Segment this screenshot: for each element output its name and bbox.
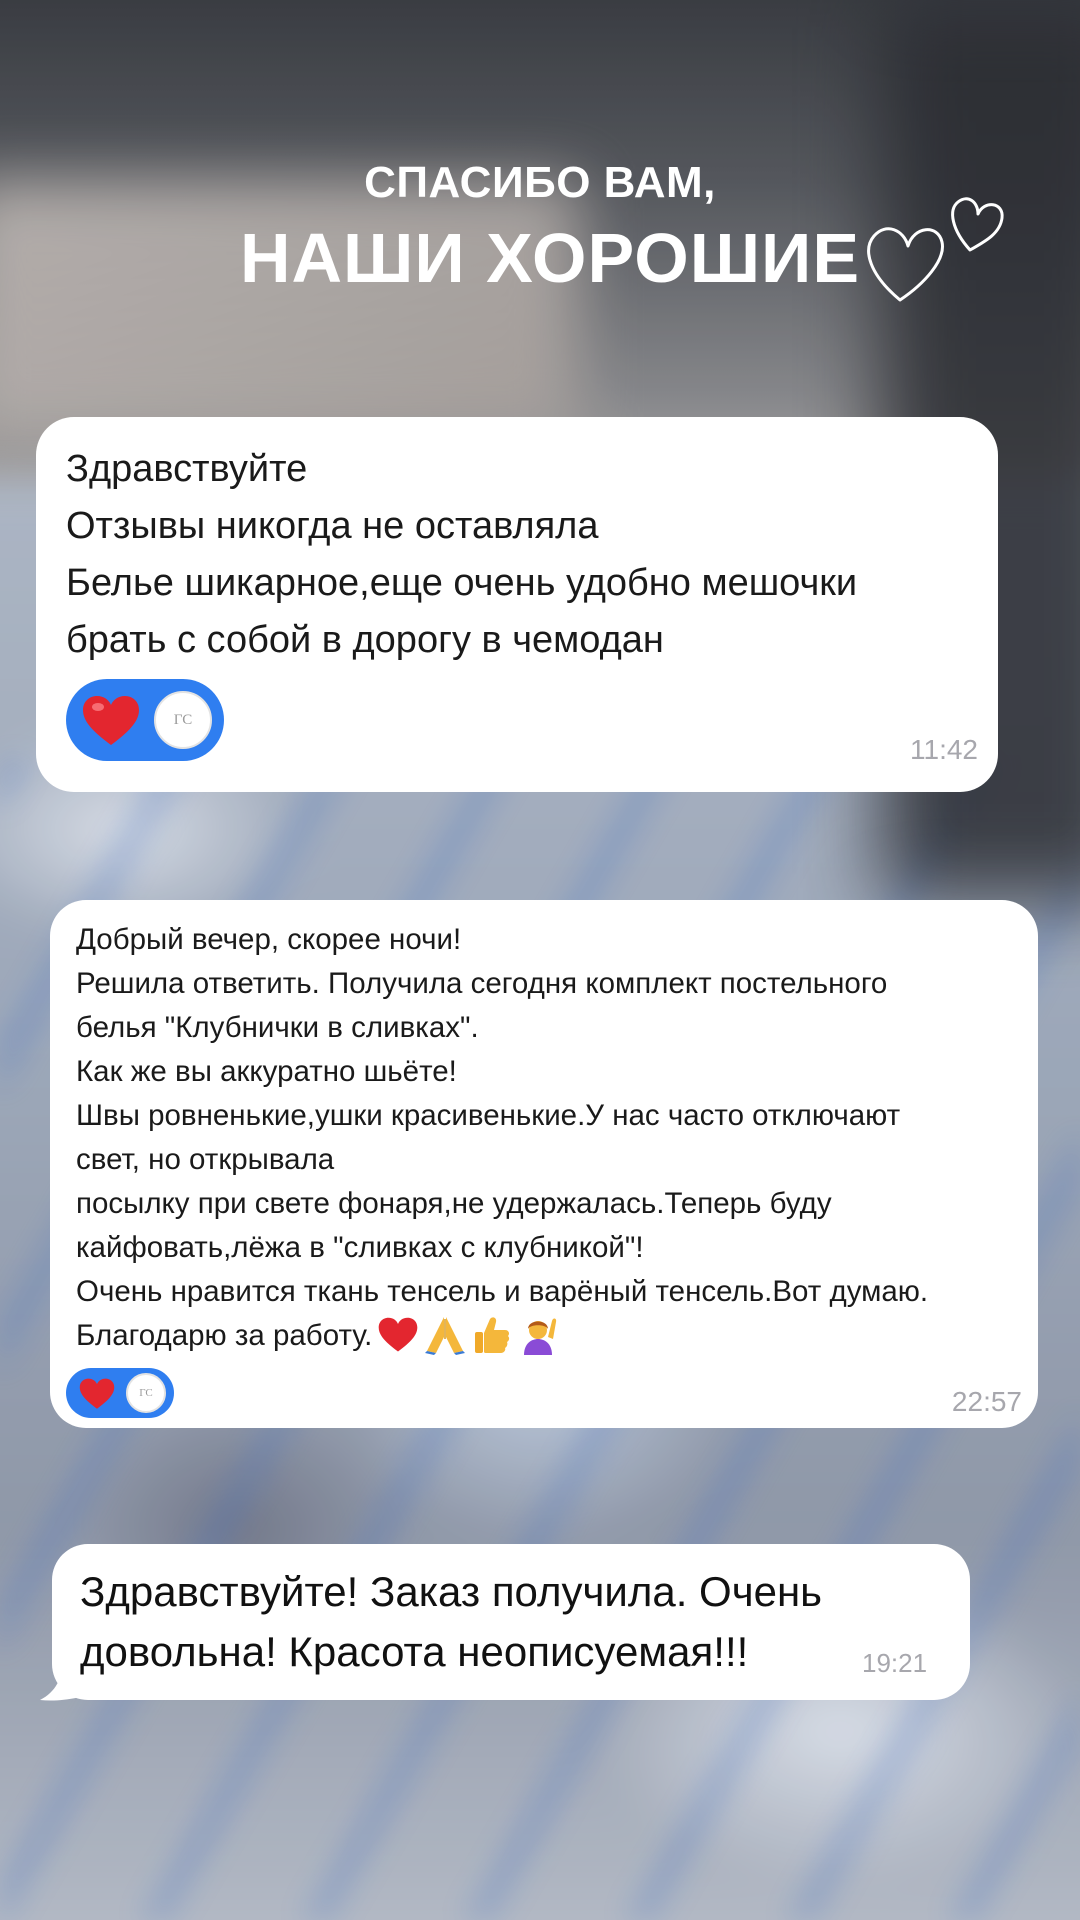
- message-text: Здравствуйте! Заказ получила. Очень дово…: [80, 1562, 940, 1682]
- thumbs-up-icon: [475, 1317, 510, 1353]
- message-line: Как же вы аккуратно шьёте!: [76, 1055, 457, 1088]
- message-line: белья "Клубнички в сливках".: [76, 1011, 479, 1044]
- message-timestamp: 11:42: [910, 734, 978, 765]
- message-line: посылку при свете фонаря,не удержалась.Т…: [76, 1187, 832, 1220]
- message-line: довольна! Красота неописуемая!!!: [80, 1628, 749, 1675]
- folded-hands-icon: [425, 1317, 466, 1355]
- message-line: Благодарю за работу.: [76, 1319, 373, 1352]
- message-line: Отзывы никогда не оставляла: [66, 505, 599, 547]
- message-line: свет, но открывала: [76, 1143, 335, 1176]
- message-line: Добрый вечер, скорее ночи!: [76, 923, 462, 956]
- avatar: ГС: [154, 691, 212, 749]
- woman-raising-hand-icon: [524, 1318, 557, 1355]
- message-line-with-emojis: Благодарю за работу.: [76, 1314, 1036, 1358]
- emoji-group: [378, 1315, 558, 1355]
- message-line: Здравствуйте! Заказ получила. Очень: [80, 1568, 823, 1615]
- message-bubble-3[interactable]: Здравствуйте! Заказ получила. Очень дово…: [52, 1544, 970, 1700]
- message-line: Очень нравится ткань тенсель и варёный т…: [76, 1275, 929, 1308]
- red-heart-icon: [79, 1378, 115, 1409]
- reaction-badge[interactable]: ГС: [66, 679, 224, 761]
- two-hearts-outline-icon: [867, 197, 1004, 302]
- message-line: Белье шикарное,еще очень удобно мешочки: [66, 562, 858, 604]
- message-line: Здравствуйте: [66, 448, 308, 490]
- message-text: Добрый вечер, скорее ночи! Решила ответи…: [76, 918, 1036, 1358]
- message-line: брать с собой в дорогу в чемодан: [66, 619, 664, 661]
- message-bubble-2[interactable]: Добрый вечер, скорее ночи! Решила ответи…: [50, 900, 1038, 1428]
- message-text: Здравствуйте Отзывы никогда не оставляла…: [66, 441, 986, 669]
- red-heart-icon: [378, 1317, 418, 1352]
- message-line: Швы ровненькие,ушки красивенькие.У нас ч…: [76, 1099, 901, 1132]
- message-line: Решила ответить. Получила сегодня компле…: [76, 967, 888, 1000]
- message-bubble-1[interactable]: Здравствуйте Отзывы никогда не оставляла…: [36, 417, 998, 792]
- reaction-badge[interactable]: ГС: [66, 1368, 174, 1418]
- avatar: ГС: [126, 1373, 166, 1413]
- red-heart-icon: [83, 696, 139, 745]
- message-line: кайфовать,лёжа в "сливках с клубникой"!: [76, 1231, 644, 1264]
- message-timestamp: 22:57: [951, 1386, 1022, 1417]
- message-timestamp: 19:21: [862, 1648, 928, 1678]
